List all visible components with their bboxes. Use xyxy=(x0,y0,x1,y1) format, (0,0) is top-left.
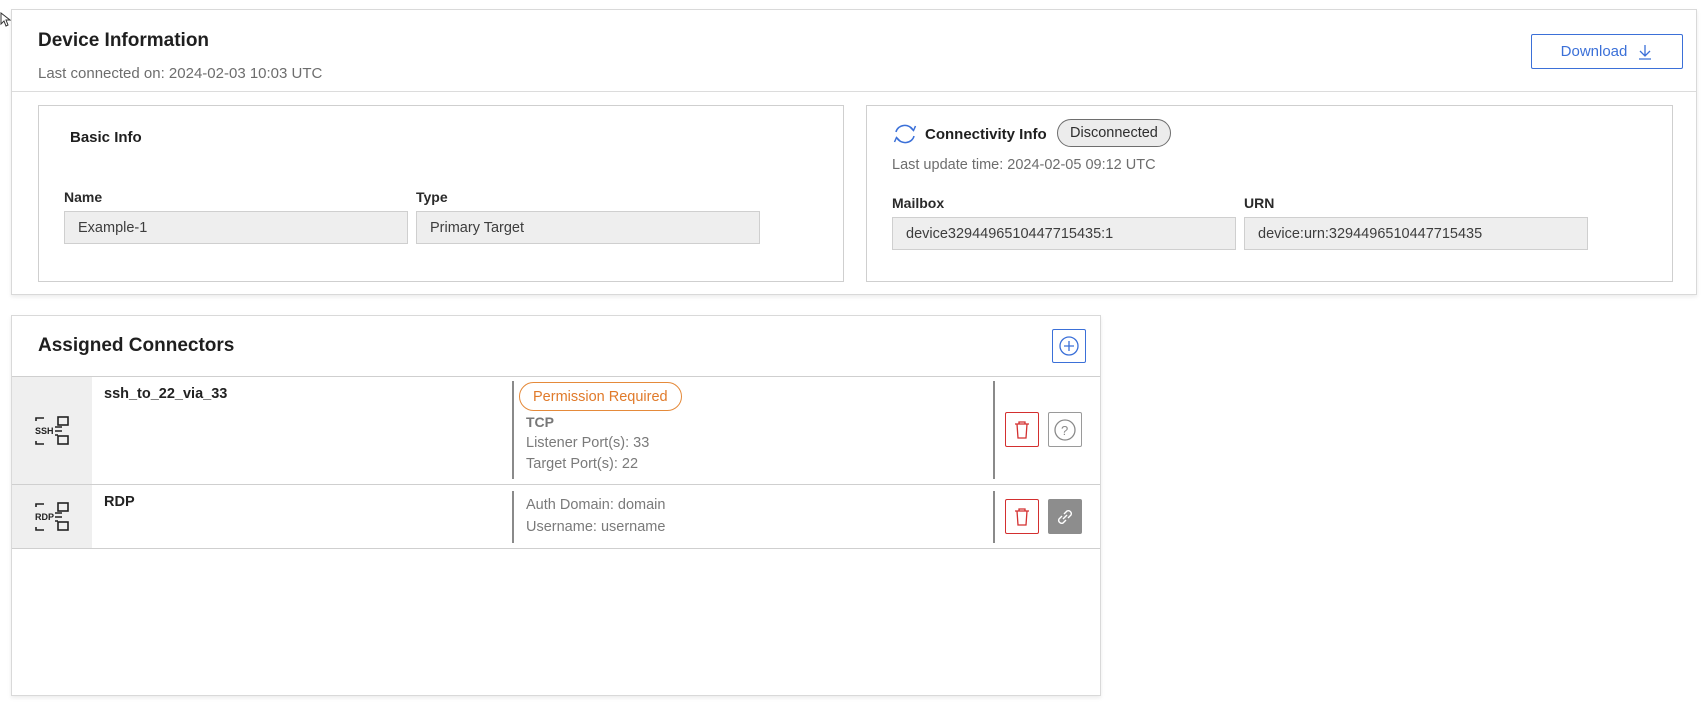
mailbox-label: Mailbox xyxy=(892,195,945,211)
last-update-text: Last update time: 2024-02-05 09:12 UTC xyxy=(892,157,1156,173)
help-circle-icon: ? xyxy=(1054,418,1076,441)
trash-icon xyxy=(1015,507,1029,526)
row-divider xyxy=(512,491,514,543)
row-divider xyxy=(512,381,514,479)
rdp-connector-icon: RDP xyxy=(35,501,69,531)
assigned-connectors-title: Assigned Connectors xyxy=(38,335,235,356)
svg-text:RDP: RDP xyxy=(35,512,54,522)
connector-name: RDP xyxy=(104,494,135,510)
name-label: Name xyxy=(64,189,103,205)
username-text: Username: username xyxy=(526,519,666,535)
page-title: Device Information xyxy=(38,30,210,51)
device-header: Device Information Last connected on: 20… xyxy=(12,10,1696,92)
permission-required-badge: Permission Required xyxy=(519,382,682,411)
mailbox-field: device3294496510447715435:1 xyxy=(892,217,1236,250)
type-field: Primary Target xyxy=(416,211,760,244)
status-badge: Disconnected xyxy=(1057,119,1171,147)
listener-port-text: Listener Port(s): 33 xyxy=(526,435,650,451)
row-divider-right xyxy=(993,491,995,543)
help-button[interactable]: ? xyxy=(1048,412,1082,447)
assigned-connectors-card: Assigned Connectors SSH ssh_to_22_via_33… xyxy=(11,315,1101,696)
trash-icon xyxy=(1015,420,1029,439)
connect-link-button[interactable] xyxy=(1048,499,1082,534)
target-port-text: Target Port(s): 22 xyxy=(526,456,639,472)
delete-connector-button[interactable] xyxy=(1005,412,1039,447)
basic-info-title: Basic Info xyxy=(70,129,142,146)
ssh-connector-icon: SSH xyxy=(35,415,69,445)
delete-connector-button[interactable] xyxy=(1005,499,1039,534)
type-label: Type xyxy=(416,189,448,205)
connector-row: SSH ssh_to_22_via_33 Permission Required… xyxy=(12,376,1100,484)
device-information-card: Device Information Last connected on: 20… xyxy=(11,9,1697,295)
link-icon xyxy=(1058,509,1072,524)
svg-text:?: ? xyxy=(1061,423,1068,438)
download-button[interactable]: Download xyxy=(1531,34,1683,69)
connectivity-info-title: Connectivity Info xyxy=(925,126,1047,143)
last-connected-text: Last connected on: 2024-02-03 10:03 UTC xyxy=(38,65,323,82)
download-icon xyxy=(1639,44,1652,60)
download-button-label: Download xyxy=(1560,43,1628,60)
svg-text:SSH: SSH xyxy=(35,426,54,436)
connector-icon-cell: SSH xyxy=(12,377,92,484)
refresh-icon[interactable] xyxy=(892,123,918,145)
name-field: Example-1 xyxy=(64,211,408,244)
plus-circle-icon xyxy=(1059,336,1079,356)
auth-domain-text: Auth Domain: domain xyxy=(526,497,666,513)
urn-field: device:urn:3294496510447715435 xyxy=(1244,217,1588,250)
connectivity-info-panel: Connectivity Info Disconnected Last upda… xyxy=(866,105,1673,282)
urn-label: URN xyxy=(1244,195,1275,211)
row-divider-right xyxy=(993,381,995,479)
connector-icon-cell: RDP xyxy=(12,485,92,548)
connector-row: RDP RDP Auth Domain: domain Username: us… xyxy=(12,484,1100,549)
connector-name: ssh_to_22_via_33 xyxy=(104,386,228,402)
protocol-text: TCP xyxy=(526,414,554,430)
add-connector-button[interactable] xyxy=(1052,329,1086,363)
basic-info-panel: Basic Info Name Example-1 Type Primary T… xyxy=(38,105,844,282)
